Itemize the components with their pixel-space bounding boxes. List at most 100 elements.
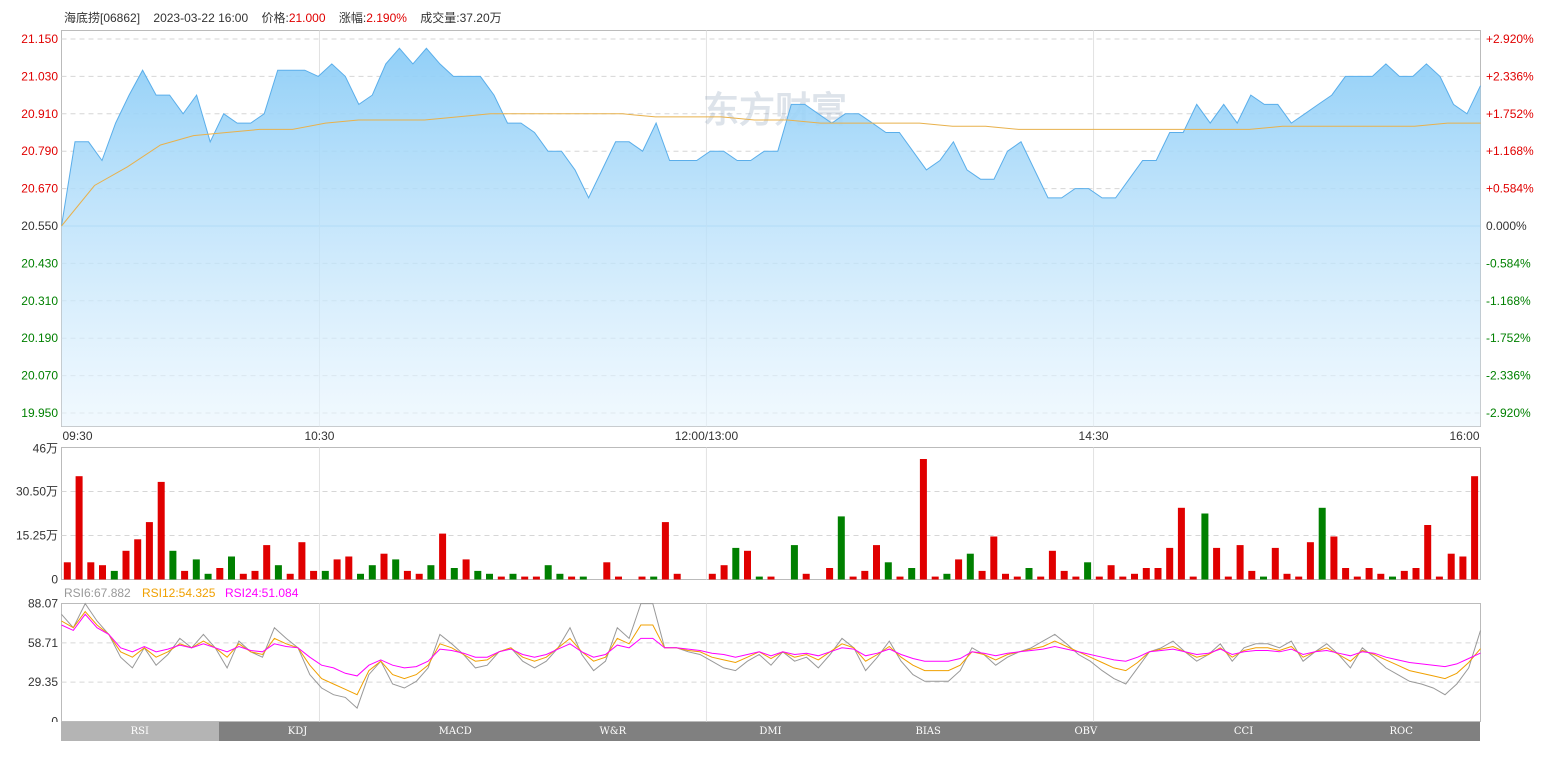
tab-wr[interactable]: W&R	[534, 722, 692, 741]
rsi-grid	[61, 603, 1481, 722]
volume-bar	[110, 570, 118, 580]
time-axis: 09:30 10:30 12:00/13:00 14:30 16:00	[63, 429, 1480, 443]
volume-bar	[1353, 576, 1361, 580]
tab-macd[interactable]: MACD	[376, 722, 535, 741]
volume-bar	[767, 576, 775, 580]
price-tick-label: 20.070	[21, 369, 58, 383]
price-tick-label: 20.430	[21, 256, 58, 270]
volume-bar	[790, 545, 798, 580]
volume-bar	[826, 568, 834, 580]
volume-bar	[1400, 570, 1408, 580]
stock-chart: 21.150 21.030 20.910 20.790 20.670 20.550 20.4…	[16, 30, 1534, 723]
rsi-line-rsi24	[61, 613, 1481, 677]
volume-bar	[1236, 545, 1244, 580]
price-tick-label: 20.550	[21, 219, 58, 233]
volume-bar	[1224, 576, 1232, 580]
volume-bar	[1002, 573, 1009, 580]
time-tick-label: 12:00/13:00	[675, 429, 739, 443]
volume-bar	[298, 542, 306, 580]
volume-bar	[908, 568, 916, 580]
volume-bar	[345, 556, 353, 580]
volume-bar	[732, 547, 740, 580]
volume-bar	[568, 576, 576, 580]
volume-bar	[943, 573, 951, 580]
volume-bars	[63, 459, 1479, 580]
rsi-panel-frame	[61, 603, 1481, 722]
rsi-legend: RSI6:67.882 RSI12:54.325 RSI24:51.084	[64, 586, 299, 600]
volume-bar	[919, 459, 927, 580]
tab-obv[interactable]: OBV	[1007, 722, 1165, 741]
volume-bar	[1318, 507, 1326, 580]
volume-bar	[427, 565, 435, 580]
volume-bar	[1447, 553, 1455, 580]
price-y-axis-left: 21.150 21.030 20.910 20.790 20.670 20.550 20.4…	[21, 32, 58, 420]
tab-dmi[interactable]: DMI	[691, 722, 850, 741]
volume-tick-label: 30.50万	[16, 485, 58, 499]
percent-tick-label: -0.584%	[1486, 256, 1531, 270]
volume-bar	[63, 562, 71, 580]
volume-bar	[392, 559, 400, 580]
volume-bar	[286, 573, 294, 580]
volume-bar	[837, 516, 845, 580]
rsi-lines	[61, 602, 1481, 709]
tab-cci[interactable]: CCI	[1164, 722, 1323, 741]
volume-bar	[744, 550, 751, 580]
volume-bar	[1131, 573, 1138, 580]
price-tick-label: 20.790	[21, 144, 58, 158]
volume-bar	[1189, 576, 1197, 580]
volume-bar	[239, 573, 247, 580]
volume-tick-label: 0	[51, 573, 58, 587]
price-tick-label: 21.030	[21, 69, 58, 83]
volume-bar	[720, 565, 728, 580]
volume-bar	[380, 553, 388, 580]
price-tick-label: 20.310	[21, 294, 58, 308]
volume-bar	[1471, 476, 1479, 580]
volume-bar	[615, 576, 622, 580]
volume-bar	[556, 573, 564, 580]
volume-bar	[544, 565, 552, 580]
rsi-legend-item: RSI24:51.084	[225, 586, 299, 600]
volume-bar	[1060, 570, 1068, 580]
volume-bar	[1177, 507, 1185, 580]
volume-bar	[955, 559, 963, 580]
volume-bar	[708, 573, 716, 580]
volume-bar	[99, 565, 106, 580]
percent-tick-label: +0.584%	[1486, 182, 1534, 196]
volume-bar	[333, 559, 341, 580]
price-tick-label: 20.670	[21, 182, 58, 196]
percent-tick-label: +1.168%	[1486, 144, 1534, 158]
volume-bar	[1330, 536, 1338, 580]
volume-bar	[310, 570, 318, 580]
price-tick-label: 21.150	[21, 32, 58, 46]
volume-grid	[61, 447, 1481, 580]
tab-roc[interactable]: ROC	[1322, 722, 1481, 741]
volume-tick-label: 46万	[33, 442, 58, 456]
volume-bar	[1201, 513, 1209, 580]
rsi-y-axis: 88.07 58.71 29.35 0	[28, 597, 58, 723]
volume-bar	[1342, 568, 1350, 580]
rsi-tick-label: 0	[51, 715, 58, 723]
volume-bar	[1306, 542, 1314, 580]
volume-bar	[896, 576, 904, 580]
tab-kdj[interactable]: KDJ	[218, 722, 377, 741]
tab-bias[interactable]: BIAS	[849, 722, 1008, 741]
volume-bar	[75, 476, 83, 580]
volume-bar	[673, 573, 681, 580]
percent-tick-label: 0.000%	[1486, 219, 1527, 233]
volume-bar	[1084, 562, 1092, 580]
percent-tick-label: -2.920%	[1486, 406, 1531, 420]
time-tick-label: 10:30	[304, 429, 334, 443]
volume-bar	[1166, 547, 1174, 580]
rsi-tick-label: 29.35	[28, 675, 58, 689]
volume-bar	[134, 539, 142, 580]
indicator-tabs: RSI KDJ MACD W&R DMI BIAS OBV CCI ROC	[61, 722, 1481, 741]
rsi-tick-label: 88.07	[28, 597, 58, 611]
tab-rsi[interactable]: RSI	[61, 722, 219, 741]
percent-tick-label: -1.752%	[1486, 331, 1531, 345]
volume-bar	[439, 533, 447, 580]
volume-bar	[1037, 576, 1045, 580]
volume-bar	[251, 570, 259, 580]
volume-y-axis: 46万 30.50万 15.25万 0	[16, 442, 58, 587]
volume-bar	[931, 576, 939, 580]
volume-bar	[1295, 576, 1303, 580]
